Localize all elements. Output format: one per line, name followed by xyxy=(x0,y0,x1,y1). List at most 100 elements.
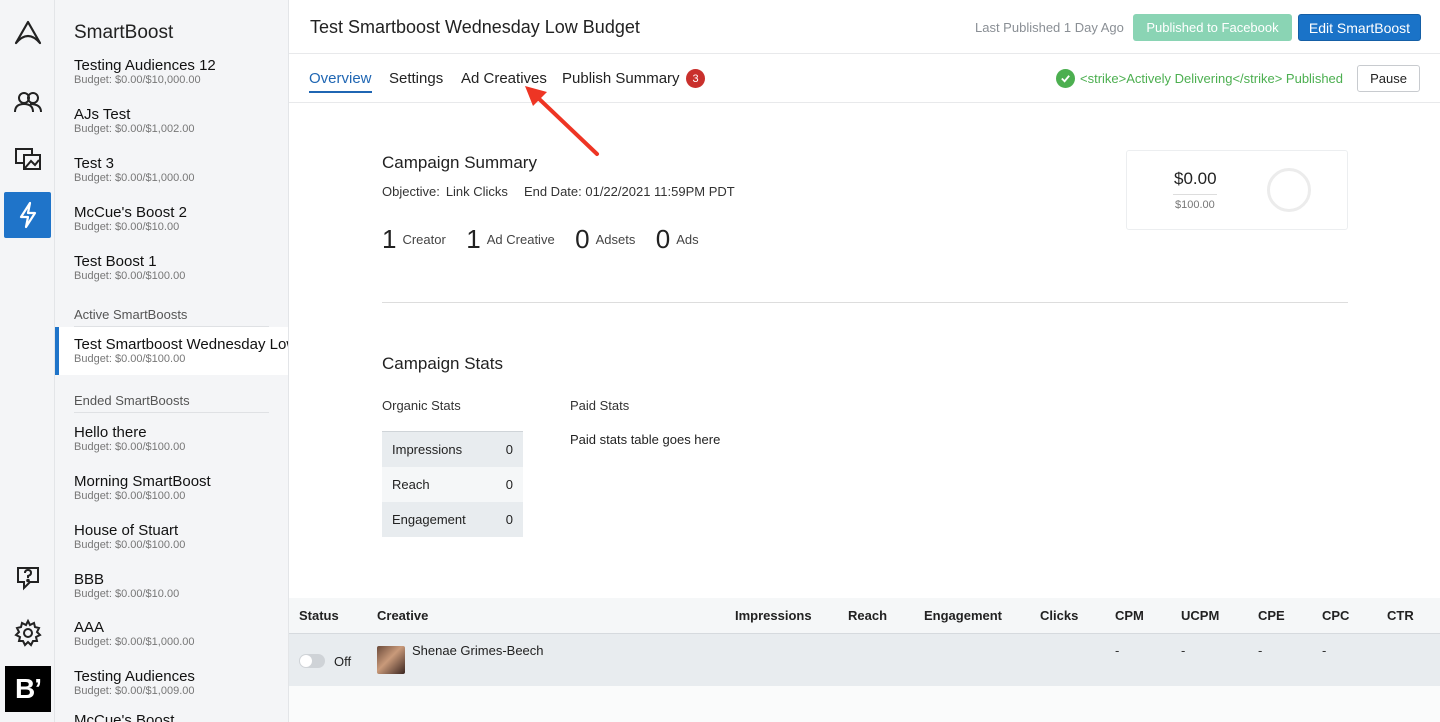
sidebar-item[interactable]: Test 3 Budget: $0.00/$1,000.00 xyxy=(55,151,288,197)
item-budget: Budget: $0.00/$100.00 xyxy=(74,490,186,502)
campaign-stats-title: Campaign Stats xyxy=(382,354,503,373)
users-icon[interactable] xyxy=(4,79,51,125)
creatives-table: Status Creative Impressions Reach Engage… xyxy=(289,598,1440,686)
table-row: Reach 0 xyxy=(382,467,523,502)
sidebar-item[interactable]: Testing Audiences 12 Budget: $0.00/$10,0… xyxy=(55,53,288,99)
item-name: McCue's Boost 2 xyxy=(74,204,187,221)
media-library-icon[interactable] xyxy=(4,136,51,182)
section-divider xyxy=(382,302,1348,303)
cpe-value: - xyxy=(1258,643,1263,658)
pause-button[interactable]: Pause xyxy=(1357,65,1420,92)
sidebar-title: SmartBoost xyxy=(74,22,174,43)
item-name: Hello there xyxy=(74,424,147,441)
item-name: Test Boost 1 xyxy=(74,253,157,270)
count-number: 1 xyxy=(382,224,397,254)
col-cpm[interactable]: CPM xyxy=(1115,608,1144,623)
sidebar-item-active[interactable]: Test Smartboost Wednesday Low Budget Bud… xyxy=(55,327,288,375)
organic-stats-label: Organic Stats xyxy=(382,398,461,413)
toggle-knob xyxy=(300,655,312,667)
sidebar-item[interactable]: Morning SmartBoost Budget: $0.00/$100.00 xyxy=(55,469,288,515)
end-date: End Date: 01/22/2021 11:59PM PDT xyxy=(523,184,735,199)
edit-smartboost-button[interactable]: Edit SmartBoost xyxy=(1298,14,1421,41)
campaign-meta: Objective: Link Clicks End Date: 01/22/202… xyxy=(382,184,735,199)
count-ads: 0 Ads xyxy=(656,224,699,255)
last-published-text: Last Published 1 Day Ago xyxy=(975,20,1124,35)
count-adsets: 0 Adsets xyxy=(575,224,635,255)
sidebar-item[interactable]: House of Stuart Budget: $0.00/$100.00 xyxy=(55,518,288,564)
stat-value: 0 xyxy=(505,477,513,492)
sidebar-item[interactable]: AAA Budget: $0.00/$1,000.00 xyxy=(55,615,288,661)
brand-logo[interactable]: B’ xyxy=(5,666,51,712)
publish-summary-badge: 3 xyxy=(686,69,705,88)
item-name: Testing Audiences xyxy=(74,668,195,685)
status-label: Off xyxy=(334,654,352,669)
item-budget: Budget: $0.00/$10.00 xyxy=(74,221,180,233)
tab-settings[interactable]: Settings xyxy=(389,70,443,91)
sidebar-item[interactable]: McCue's Boost 2 Budget: $0.00/$10.00 xyxy=(55,200,288,246)
item-budget: Budget: $0.00/$100.00 xyxy=(74,353,186,365)
cpm-value: - xyxy=(1115,643,1120,658)
delivery-status-text: <strike>Actively Delivering</strike> Pub… xyxy=(1080,71,1344,86)
count-label: Creator xyxy=(402,232,446,247)
item-name: Morning SmartBoost xyxy=(74,473,211,490)
col-engagement[interactable]: Engagement xyxy=(924,608,1002,623)
item-name: AJs Test xyxy=(74,106,131,123)
count-label: Ad Creative xyxy=(486,232,555,247)
col-ucpm[interactable]: UCPM xyxy=(1181,608,1219,623)
col-impressions[interactable]: Impressions xyxy=(735,608,812,623)
tab-bar: Overview Settings Ad Creatives Publish S… xyxy=(289,55,1440,103)
page-title: Test Smartboost Wednesday Low Budget xyxy=(310,17,640,37)
count-label: Ads xyxy=(676,232,699,247)
col-cpe[interactable]: CPE xyxy=(1258,608,1285,623)
sidebar-item[interactable]: McCue's Boost xyxy=(55,708,288,722)
sidebar-item[interactable]: Test Boost 1 Budget: $0.00/$100.00 xyxy=(55,249,288,295)
objective-value: Link Clicks xyxy=(445,184,508,199)
table-row: Off Shenae Grimes-Beech - - - - xyxy=(289,634,1440,686)
creator-name[interactable]: Shenae Grimes-Beech xyxy=(412,643,544,658)
sidebar-item[interactable]: AJs Test Budget: $0.00/$1,002.00 xyxy=(55,102,288,148)
count-creator: 1 Creator xyxy=(382,224,446,255)
icon-rail: B’ xyxy=(0,0,55,722)
table-header: Status Creative Impressions Reach Engage… xyxy=(289,598,1440,634)
col-creative[interactable]: Creative xyxy=(377,608,428,623)
logo-icon[interactable] xyxy=(4,10,51,56)
page-header: Test Smartboost Wednesday Low Budget Las… xyxy=(289,0,1440,54)
budget-total: $100.00 xyxy=(1175,199,1215,211)
cpc-value: - xyxy=(1322,643,1327,658)
status-toggle[interactable] xyxy=(299,654,325,668)
col-cpc[interactable]: CPC xyxy=(1322,608,1349,623)
content-footer xyxy=(289,686,1440,722)
tab-overview[interactable]: Overview xyxy=(309,70,372,93)
col-reach[interactable]: Reach xyxy=(848,608,887,623)
stat-value: 0 xyxy=(505,442,513,457)
sidebar-item[interactable]: Testing Audiences Budget: $0.00/$1,009.0… xyxy=(55,664,288,710)
summary-counts: 1 Creator 1 Ad Creative 0 Adsets 0 Ads xyxy=(382,224,715,255)
sidebar-item[interactable]: BBB Budget: $0.00/$10.00 xyxy=(55,567,288,613)
help-icon[interactable] xyxy=(4,553,51,599)
tab-ad-creatives[interactable]: Ad Creatives xyxy=(461,70,547,91)
smartboost-sidebar: SmartBoost Testing Audiences 12 Budget: … xyxy=(55,0,289,722)
paid-stats-label: Paid Stats xyxy=(570,398,630,413)
settings-gear-icon[interactable] xyxy=(4,610,51,656)
col-clicks[interactable]: Clicks xyxy=(1040,608,1078,623)
published-to-facebook-button[interactable]: Published to Facebook xyxy=(1133,14,1292,41)
col-status[interactable]: Status xyxy=(299,608,339,623)
item-name: Testing Audiences 12 xyxy=(74,57,216,74)
item-budget: Budget: $0.00/$1,009.00 xyxy=(74,685,195,697)
smartboost-lightning-icon[interactable] xyxy=(4,192,51,238)
count-label: Adsets xyxy=(595,232,636,247)
paid-stats-placeholder: Paid stats table goes here xyxy=(570,432,721,447)
item-budget: Budget: $0.00/$100.00 xyxy=(74,441,186,453)
section-header-ended: Ended SmartBoosts xyxy=(74,393,269,413)
stat-label: Impressions xyxy=(392,442,463,457)
sidebar-item[interactable]: Hello there Budget: $0.00/$100.00 xyxy=(55,420,288,466)
table-row: Engagement 0 xyxy=(382,502,523,537)
item-name: McCue's Boost xyxy=(74,712,175,722)
stat-label: Reach xyxy=(392,477,430,492)
section-header-active: Active SmartBoosts xyxy=(74,307,269,327)
item-name: Test 3 xyxy=(74,155,115,172)
tab-publish-summary[interactable]: Publish Summary xyxy=(562,70,680,91)
col-ctr[interactable]: CTR xyxy=(1387,608,1414,623)
item-budget: Budget: $0.00/$1,000.00 xyxy=(74,172,195,184)
item-budget: Budget: $0.00/$10,000.00 xyxy=(74,74,201,86)
